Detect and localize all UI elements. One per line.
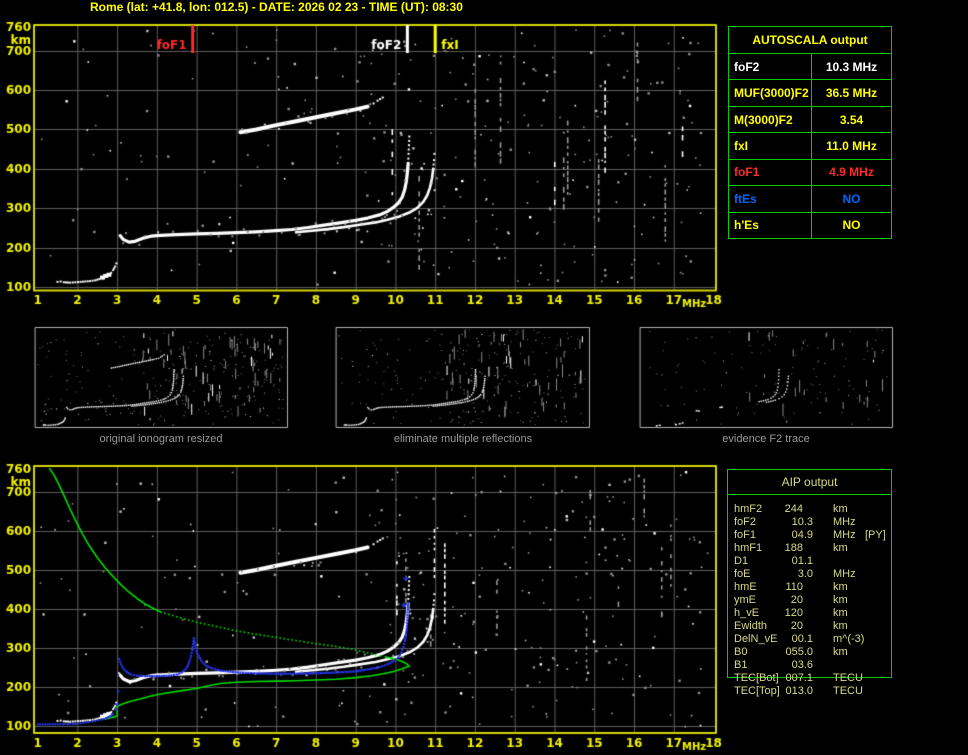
parameter-value: 01.1 <box>791 555 813 567</box>
table-row: foF2 10.3 MHz <box>729 54 891 81</box>
table-row: Ewidth 20 km <box>728 620 893 633</box>
table-row: fxI 11.0 MHz <box>729 133 891 160</box>
parameter-label: B1 <box>734 659 748 671</box>
parameter-value: 120 <box>784 607 803 619</box>
table-row: ftEs NO <box>729 186 891 213</box>
aip-output-table: AIP output hmF2 244 km foF2 10.3 MHz foF… <box>727 469 892 697</box>
table-row: D1 01.1 <box>728 555 893 568</box>
table-row: h'Es NO <box>729 212 891 238</box>
parameter-label: foF1 <box>729 159 812 186</box>
parameter-value: NO <box>842 191 861 206</box>
parameter-value: 36.5 MHz <box>825 86 878 101</box>
parameter-label: foE <box>734 568 751 580</box>
parameter-label: ymE <box>734 594 756 606</box>
table-row: hmF1 188 km <box>728 542 893 555</box>
parameter-value: 10.3 <box>791 516 813 528</box>
autoscala-output-table: AUTOSCALA output foF2 10.3 MHz MUF(3000)… <box>728 26 892 239</box>
parameter-label: h'Es <box>729 212 812 238</box>
page-title: Rome (lat: +41.8, lon: 012.5) - DATE: 20… <box>90 0 463 14</box>
parameter-label: hmE <box>734 581 757 593</box>
parameter-value: 00.1 <box>791 633 813 645</box>
aip-table-title: AIP output <box>728 470 891 495</box>
parameter-unit: km <box>833 594 848 606</box>
table-row: MUF(3000)F2 36.5 MHz <box>729 80 891 107</box>
autoscala-table-body: foF2 10.3 MHz MUF(3000)F2 36.5 MHz M(300… <box>729 54 891 238</box>
parameter-unit: m^(-3) <box>833 633 865 645</box>
parameter-label: M(3000)F2 <box>729 106 812 133</box>
parameter-value: 20 <box>790 594 803 606</box>
parameter-value: 244 <box>784 503 803 515</box>
parameter-value: 110 <box>785 581 803 593</box>
parameter-unit: TECU <box>833 672 863 684</box>
table-row: hmE 110 km <box>728 581 893 594</box>
parameter-unit: TECU <box>833 685 863 697</box>
parameter-unit: km <box>833 542 848 554</box>
autoscala-table-title: AUTOSCALA output <box>729 27 891 54</box>
table-row: foF1 4.9 MHz <box>729 159 891 187</box>
parameter-value: 007.1 <box>785 672 813 684</box>
table-row: foE 3.0 MHz <box>728 568 893 581</box>
table-row: foF1 04.9 MHz [PY] <box>728 529 893 542</box>
parameter-label: MUF(3000)F2 <box>729 80 812 106</box>
table-row: hmF2 244 km <box>728 503 893 516</box>
parameter-label: foF1 <box>734 529 757 541</box>
autoscala-app: Rome (lat: +41.8, lon: 012.5) - DATE: 20… <box>0 0 968 755</box>
parameter-value: 013.0 <box>785 685 813 697</box>
parameter-value: 10.3 MHz <box>825 59 878 74</box>
table-row: M(3000)F2 3.54 <box>729 106 891 134</box>
table-row: TEC[Top] 013.0 TECU <box>728 685 893 698</box>
parameter-label: foF2 <box>729 54 812 80</box>
parameter-unit: MHz <box>833 529 856 541</box>
table-row: h_vE 120 km <box>728 607 893 620</box>
parameter-label: D1 <box>734 555 749 567</box>
thumbnail-caption: eliminate multiple reflections <box>393 433 533 445</box>
parameter-value: 11.0 MHz <box>826 138 877 153</box>
parameter-note: [PY] <box>865 529 886 541</box>
parameter-value: 03.6 <box>791 659 813 671</box>
parameter-unit: km <box>833 646 848 658</box>
table-row: B1 03.6 <box>728 659 893 672</box>
parameter-value: 3.54 <box>839 112 864 127</box>
table-row: B0 055.0 km <box>728 646 893 659</box>
parameter-unit: MHz <box>833 568 856 580</box>
table-row: foF2 10.3 MHz <box>728 516 893 529</box>
aip-table-body: hmF2 244 km foF2 10.3 MHz foF1 04.9 MHz … <box>728 503 893 698</box>
parameter-value: 055.0 <box>785 646 813 658</box>
parameter-unit: km <box>833 607 848 619</box>
table-row: DelN_vE 00.1 m^(-3) <box>728 633 893 646</box>
parameter-value: 3.0 <box>797 568 813 580</box>
table-row: ymE 20 km <box>728 594 893 607</box>
parameter-value: 20 <box>790 620 803 632</box>
parameter-unit: km <box>833 581 848 593</box>
parameter-value: 4.9 MHz <box>829 165 874 180</box>
parameter-unit: MHz <box>833 516 856 528</box>
thumbnail-caption: original ionogram resized <box>99 433 223 445</box>
parameter-unit: km <box>833 620 848 632</box>
parameter-value: 188 <box>784 542 803 554</box>
parameter-unit: km <box>833 503 848 515</box>
parameter-value: NO <box>842 218 861 233</box>
thumbnail-caption: evidence F2 trace <box>722 433 810 445</box>
parameter-label: B0 <box>734 646 748 658</box>
parameter-label: fxI <box>729 133 812 159</box>
parameter-label: ftEs <box>729 186 812 212</box>
parameter-label: foF2 <box>734 516 757 528</box>
table-row: TEC[Bot] 007.1 TECU <box>728 672 893 685</box>
parameter-value: 04.9 <box>791 529 813 541</box>
